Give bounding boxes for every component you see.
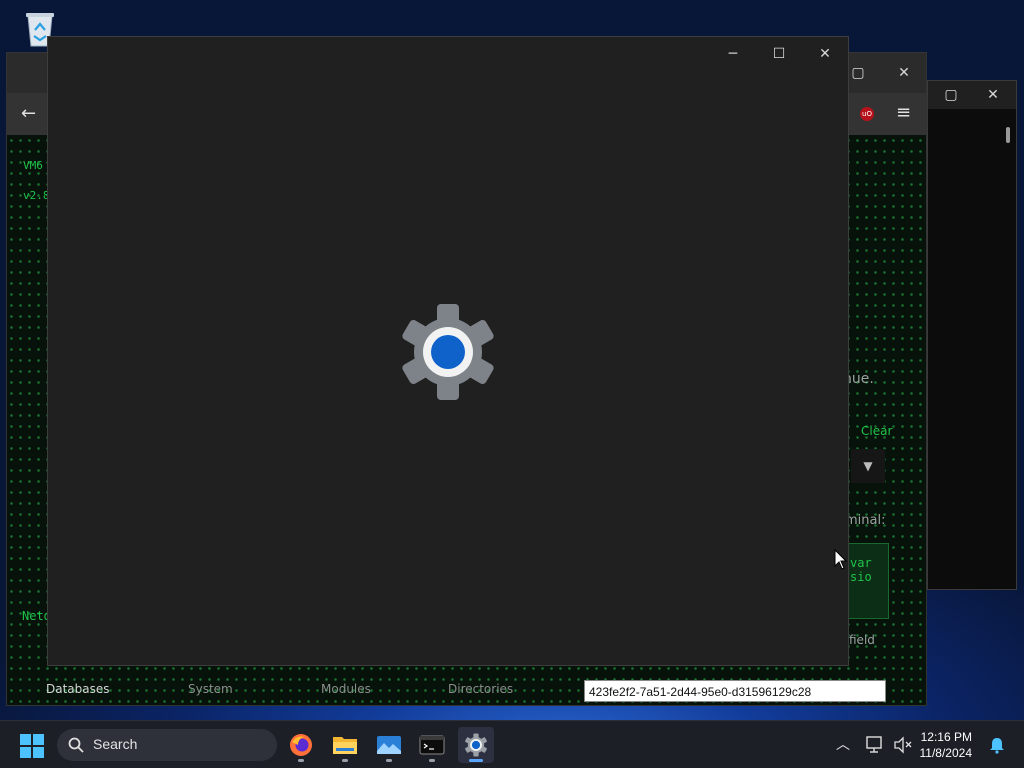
- taskbar-file-explorer[interactable]: [327, 727, 363, 763]
- terminal-icon: [419, 735, 445, 755]
- nav-system[interactable]: System: [188, 682, 233, 696]
- file-explorer-icon: [333, 737, 357, 754]
- console-window[interactable]: ▢ ✕: [927, 80, 1017, 590]
- menu-icon[interactable]: ≡: [896, 102, 911, 123]
- dropdown-arrow-icon[interactable]: ▼: [851, 449, 885, 483]
- scrollbar-thumb[interactable]: [1006, 127, 1010, 143]
- photos-icon: [377, 736, 401, 754]
- start-button[interactable]: [20, 734, 44, 762]
- clear-link[interactable]: Clear: [861, 424, 892, 438]
- firefox-icon: [290, 734, 312, 756]
- settings-icon: [465, 733, 487, 757]
- terminal-snippet-1: var: [850, 556, 872, 570]
- taskbar-firefox[interactable]: [283, 727, 319, 763]
- close-icon[interactable]: ✕: [881, 59, 926, 87]
- taskbar-settings[interactable]: [458, 727, 494, 763]
- header-line-1: VM6: [23, 159, 43, 172]
- terminal-snippet-box: var sio: [847, 543, 889, 619]
- settings-gear-icon: [398, 302, 498, 402]
- mouse-cursor-icon: [834, 548, 848, 571]
- maximize-icon[interactable]: ▢: [928, 81, 974, 109]
- clock-time: 12:16 PM: [920, 730, 972, 744]
- nav-modules[interactable]: Modules: [321, 682, 371, 696]
- taskbar-search[interactable]: Search: [57, 729, 277, 761]
- network-icon[interactable]: [866, 736, 886, 754]
- right-text-2: minal:: [845, 513, 886, 528]
- uuid-field[interactable]: 423fe2f2-7a51-2d44-95e0-d31596129c28: [584, 680, 886, 702]
- volume-muted-icon[interactable]: [893, 736, 913, 754]
- taskbar-terminal[interactable]: [414, 727, 450, 763]
- maximize-icon[interactable]: ☐: [756, 39, 802, 69]
- close-icon[interactable]: ✕: [970, 81, 1016, 109]
- taskbar-photos[interactable]: [371, 727, 407, 763]
- nav-directories[interactable]: Directories: [448, 682, 513, 696]
- terminal-snippet-2: sio: [850, 570, 872, 584]
- right-text-3: field: [849, 633, 875, 647]
- chevron-up-icon[interactable]: ︿: [836, 734, 850, 754]
- header-line-2: v2.8: [23, 189, 50, 202]
- search-icon: [68, 737, 84, 753]
- notification-bell-icon[interactable]: [988, 736, 1006, 754]
- clock-date: 11/8/2024: [919, 746, 973, 760]
- windows-logo-icon: [20, 734, 44, 758]
- ublock-icon[interactable]: uO: [860, 107, 874, 121]
- minimize-icon[interactable]: ─: [710, 39, 756, 69]
- system-clock[interactable]: 12:16 PM 11/8/2024: [920, 729, 973, 761]
- search-placeholder: Search: [93, 736, 138, 752]
- back-arrow-icon[interactable]: ←: [21, 103, 36, 124]
- settings-window[interactable]: ─ ☐ ✕: [47, 36, 849, 666]
- nav-databases[interactable]: Databases: [46, 682, 110, 696]
- close-icon[interactable]: ✕: [802, 39, 848, 69]
- taskbar: Search ︿ 12:16 PM 11/8/2024: [0, 720, 1024, 768]
